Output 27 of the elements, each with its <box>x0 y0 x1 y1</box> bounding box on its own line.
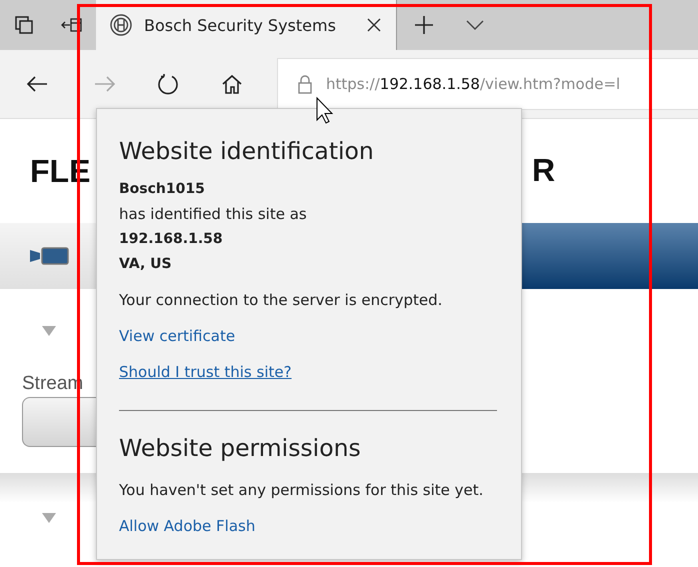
cursor-icon <box>316 96 334 124</box>
tab-aside-icon[interactable] <box>61 16 83 34</box>
popup-link[interactable]: View certificate <box>119 324 511 349</box>
site-logo-icon <box>110 14 132 36</box>
site-host: 192.168.1.58 <box>119 230 224 249</box>
page-title: R <box>532 152 556 189</box>
popup-link[interactable]: Should I trust this site? <box>119 360 511 385</box>
home-icon[interactable] <box>221 74 243 94</box>
site-location: VA, US <box>119 255 173 274</box>
stream-button[interactable] <box>22 397 96 447</box>
address-field[interactable]: https://192.168.1.58/view.htm?mode=l <box>277 58 698 110</box>
lock-icon[interactable] <box>298 74 312 94</box>
chevron-down-icon[interactable] <box>466 20 484 30</box>
section-title: Website permissions <box>119 433 362 463</box>
connection-text: Your connection to the server is encrypted. <box>119 290 444 311</box>
back-icon[interactable] <box>26 75 48 93</box>
camera-icon <box>28 245 70 267</box>
popup-link[interactable]: Allow Adobe Flash <box>119 514 511 539</box>
windows-icon[interactable] <box>15 16 33 34</box>
browser-tab[interactable]: Bosch Security Systems <box>96 0 397 50</box>
close-icon[interactable] <box>366 17 382 33</box>
refresh-icon[interactable] <box>157 73 179 95</box>
permissions-text: You haven't set any permissions for this site yet. <box>119 480 484 501</box>
owner-name: Bosch1015 <box>119 180 206 199</box>
new-tab-icon[interactable] <box>414 15 434 35</box>
identification-text: has identified this site as <box>119 204 308 225</box>
popup-title: Website identification <box>119 136 375 166</box>
